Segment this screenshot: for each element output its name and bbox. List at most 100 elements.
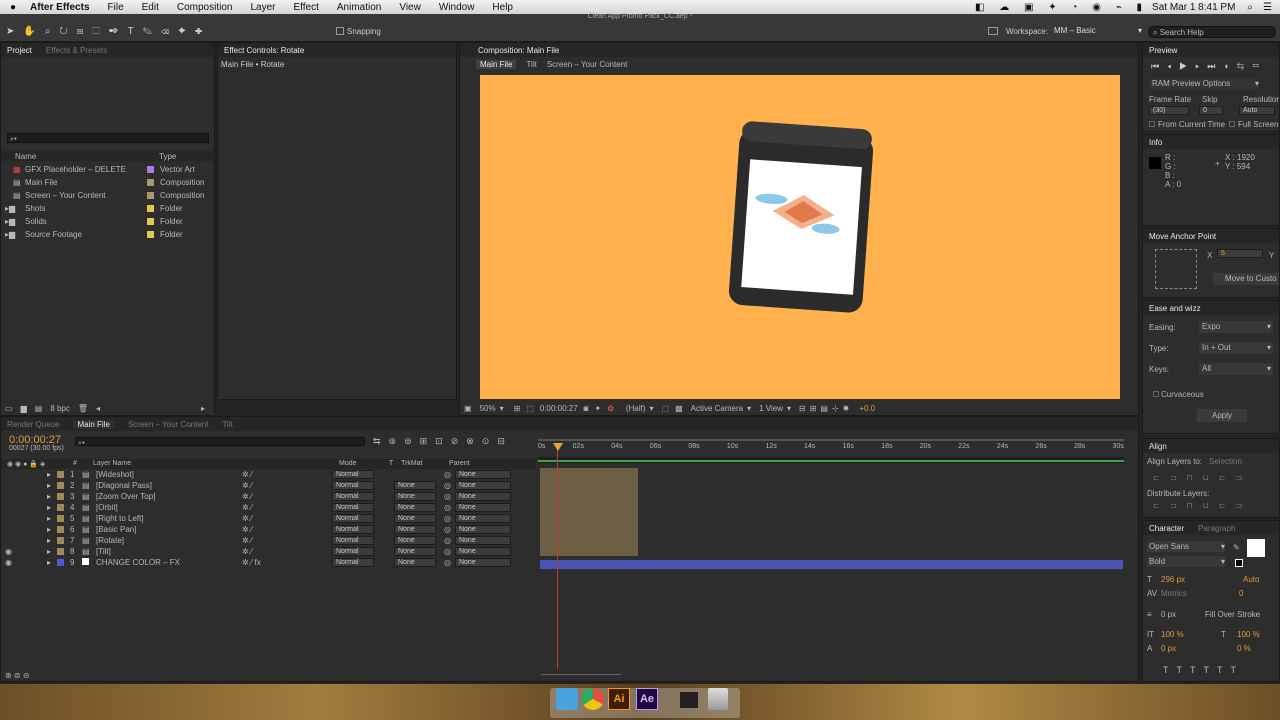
- workspace-select[interactable]: MM – Basic ▾: [1054, 25, 1142, 37]
- label-swatch[interactable]: [57, 492, 64, 500]
- app-icon[interactable]: [680, 692, 698, 708]
- notifications-icon[interactable]: ☰: [1263, 2, 1272, 13]
- label-swatch[interactable]: [57, 503, 64, 511]
- layer-bar-change-color[interactable]: [540, 560, 1123, 569]
- menu-layer[interactable]: Layer: [250, 2, 275, 13]
- layer-switches-icons[interactable]: ✲ ⁄: [242, 503, 332, 512]
- align-buttons[interactable]: ⊏⊐⊓⊔⊏⊐: [1153, 473, 1252, 482]
- vertical-scale-value[interactable]: 100 %: [1161, 630, 1184, 639]
- mode-select[interactable]: Normal: [332, 513, 374, 523]
- pickwhip-icon[interactable]: ◎: [444, 470, 451, 479]
- type-column-header[interactable]: Type: [159, 152, 176, 161]
- pickwhip-icon[interactable]: ◎: [444, 503, 451, 512]
- tool-icons[interactable]: ➤✋⌕↻⊞⬚✒T✎⌫✦✚: [6, 26, 211, 37]
- apple-icon[interactable]: ●: [10, 2, 16, 13]
- bpc-label[interactable]: 8 bpc: [50, 404, 70, 413]
- expand-icon[interactable]: ▸: [47, 492, 57, 501]
- leading-value[interactable]: Auto: [1243, 575, 1259, 584]
- font-family-select[interactable]: Open Sans ▾: [1147, 541, 1225, 552]
- chevron-right-icon[interactable]: ▸: [201, 404, 205, 413]
- parent-select[interactable]: None: [454, 513, 511, 523]
- roi-icon[interactable]: ⬚: [662, 404, 670, 413]
- skip-input[interactable]: 0: [1199, 106, 1223, 115]
- mode-select[interactable]: Normal: [332, 546, 374, 556]
- tab-info[interactable]: Info: [1149, 138, 1162, 147]
- pickwhip-icon[interactable]: ◎: [444, 514, 451, 523]
- tracking-value[interactable]: 0: [1239, 589, 1243, 598]
- menu-view[interactable]: View: [399, 2, 421, 13]
- trkmat-select[interactable]: None: [394, 480, 436, 490]
- trkmat-select[interactable]: None: [394, 524, 436, 534]
- trkmat-select[interactable]: None: [394, 546, 436, 556]
- spotlight-icon[interactable]: ⌕: [1247, 2, 1253, 13]
- menu-animation[interactable]: Animation: [337, 2, 381, 13]
- menu-help[interactable]: Help: [492, 2, 513, 13]
- apply-button[interactable]: Apply: [1197, 409, 1247, 422]
- parent-select[interactable]: None: [454, 491, 511, 501]
- from-current-checkbox[interactable]: [1149, 121, 1155, 127]
- mode-select[interactable]: Normal: [332, 480, 374, 490]
- label-swatch[interactable]: [57, 558, 64, 566]
- app-name[interactable]: After Effects: [30, 2, 89, 13]
- playhead-icon[interactable]: [553, 443, 563, 451]
- frame-rate-select[interactable]: (30): [1149, 106, 1189, 115]
- new-folder-icon[interactable]: ▆: [21, 404, 27, 413]
- label-swatch[interactable]: [57, 514, 64, 522]
- trkmat-select[interactable]: None: [394, 502, 436, 512]
- pickwhip-icon[interactable]: ◎: [444, 547, 451, 556]
- color-channel-icon[interactable]: ✿: [607, 404, 614, 413]
- exposure-value[interactable]: +0.0: [859, 404, 875, 413]
- expand-icon[interactable]: ▸: [47, 503, 57, 512]
- mode-select[interactable]: Normal: [332, 491, 374, 501]
- resolution-select[interactable]: Auto: [1239, 106, 1275, 115]
- easing-select[interactable]: Expo ▾: [1199, 321, 1273, 333]
- layer-name[interactable]: CHANGE COLOR – FX: [96, 558, 242, 567]
- after-effects-icon[interactable]: Ae: [636, 688, 658, 710]
- label-swatch[interactable]: [57, 481, 64, 489]
- parent-select[interactable]: None: [454, 535, 511, 545]
- layer-switches-icons[interactable]: ✲ ⁄: [242, 481, 332, 490]
- timeline-footer-icons[interactable]: ⊛ ⊜ ⊝: [5, 671, 30, 680]
- playhead-line[interactable]: [557, 443, 558, 669]
- chrome-icon[interactable]: [582, 688, 604, 710]
- menu-edit[interactable]: Edit: [142, 2, 159, 13]
- crumb-screen[interactable]: Screen – Your Content: [547, 60, 628, 69]
- finder-icon[interactable]: [556, 688, 578, 710]
- tab-composition[interactable]: Composition: Main File: [478, 46, 559, 55]
- tab-align[interactable]: Align: [1149, 442, 1167, 451]
- tab-preview[interactable]: Preview: [1149, 46, 1177, 55]
- eyedropper-icon[interactable]: ✎: [1233, 543, 1240, 552]
- project-item[interactable]: ▸▆ Solids Folder: [1, 215, 214, 227]
- parent-select[interactable]: None: [454, 557, 511, 567]
- tab-tilt[interactable]: Tilt: [222, 420, 232, 429]
- tab-paragraph[interactable]: Paragraph: [1198, 524, 1235, 533]
- expand-icon[interactable]: ▸: [47, 547, 57, 556]
- camera-snapshot-icon[interactable]: ◙: [584, 404, 589, 413]
- name-column-header[interactable]: Name: [15, 152, 36, 161]
- project-item[interactable]: ▸▆ Source Footage Folder: [1, 228, 214, 240]
- timeline-search-input[interactable]: ⌕▾: [75, 437, 365, 447]
- pickwhip-icon[interactable]: ◎: [444, 525, 451, 534]
- illustrator-icon[interactable]: Ai: [608, 688, 630, 710]
- transparency-grid-icon[interactable]: ▩: [675, 404, 683, 413]
- expand-icon[interactable]: ▸: [47, 470, 57, 479]
- layer-name[interactable]: [Wideshot]: [96, 470, 242, 479]
- layer-switches-icons[interactable]: ✲ ⁄: [242, 536, 332, 545]
- layer-name[interactable]: [Right to Left]: [96, 514, 242, 523]
- pickwhip-icon[interactable]: ◎: [444, 492, 451, 501]
- tab-effects-presets[interactable]: Effects & Presets: [46, 46, 107, 55]
- mode-select[interactable]: Normal: [332, 557, 374, 567]
- trkmat-column-header[interactable]: TrkMat: [401, 460, 423, 467]
- show-snapshot-icon[interactable]: ✦: [595, 404, 602, 413]
- new-comp-icon[interactable]: ▤: [35, 404, 43, 413]
- always-preview-icon[interactable]: ▣: [464, 404, 472, 413]
- project-item[interactable]: ▸▆ Shots Folder: [1, 202, 214, 214]
- label-swatch[interactable]: [57, 547, 64, 555]
- layer-name[interactable]: [Orbit]: [96, 503, 242, 512]
- expand-icon[interactable]: ▸: [47, 525, 57, 534]
- label-swatch[interactable]: [57, 536, 64, 544]
- font-style-select[interactable]: Bold ▾: [1147, 556, 1225, 567]
- text-style-buttons[interactable]: TTTTTT: [1163, 665, 1244, 675]
- mode-select[interactable]: Normal: [332, 502, 374, 512]
- align-to-select[interactable]: Selection: [1209, 457, 1242, 466]
